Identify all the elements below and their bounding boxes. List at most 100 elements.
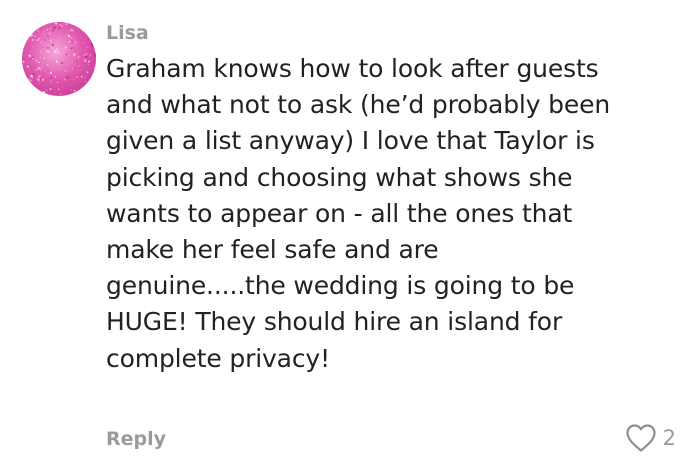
glitter-speck xyxy=(32,58,34,60)
glitter-speck xyxy=(76,60,78,62)
glitter-speck xyxy=(33,24,37,27)
glitter-speck xyxy=(57,51,60,54)
glitter-speck xyxy=(52,44,54,46)
glitter-speck xyxy=(39,57,41,59)
glitter-speck xyxy=(88,29,91,32)
glitter-speck xyxy=(88,80,90,82)
glitter-speck xyxy=(92,79,95,83)
glitter-speck xyxy=(54,22,56,24)
glitter-speck xyxy=(38,61,40,64)
glitter-speck xyxy=(23,58,25,60)
glitter-speck xyxy=(85,82,88,84)
glitter-speck xyxy=(87,46,89,49)
glitter-speck xyxy=(23,23,27,26)
glitter-speck xyxy=(34,71,36,73)
glitter-speck xyxy=(31,76,34,79)
glitter-speck xyxy=(70,89,72,91)
comment-line: wants to appear on - all the ones that xyxy=(106,198,573,228)
glitter-speck xyxy=(52,29,54,32)
glitter-speck xyxy=(31,39,34,41)
glitter-speck xyxy=(23,22,26,26)
glitter-speck xyxy=(57,81,59,83)
glitter-speck xyxy=(71,61,73,63)
glitter-speck xyxy=(71,90,73,92)
glitter-speck xyxy=(91,27,93,30)
glitter-speck xyxy=(46,73,48,74)
glitter-speck xyxy=(34,83,37,85)
glitter-speck xyxy=(30,29,34,32)
glitter-speck xyxy=(49,80,52,82)
glitter-speck xyxy=(69,28,73,32)
glitter-speck xyxy=(83,54,85,57)
glitter-speck xyxy=(90,32,93,34)
glitter-speck xyxy=(62,23,64,25)
glitter-speck xyxy=(47,38,49,40)
glitter-speck xyxy=(60,38,62,39)
glitter-speck xyxy=(47,32,51,36)
comment-line: and what not to ask (he’d probably been xyxy=(106,90,611,120)
glitter-speck xyxy=(91,43,94,46)
glitter-speck xyxy=(93,75,96,79)
glitter-speck xyxy=(46,64,49,66)
glitter-speck xyxy=(81,62,83,65)
reply-button[interactable]: Reply xyxy=(106,426,166,452)
glitter-speck xyxy=(74,53,76,55)
glitter-speck xyxy=(36,77,39,80)
glitter-speck xyxy=(70,36,73,39)
glitter-speck xyxy=(83,86,87,89)
glitter-speck xyxy=(47,35,49,38)
comment-author[interactable]: Lisa xyxy=(106,20,149,46)
glitter-speck xyxy=(57,88,60,91)
glitter-speck xyxy=(27,52,29,54)
glitter-speck xyxy=(60,52,62,54)
glitter-speck xyxy=(29,57,32,60)
glitter-speck xyxy=(79,52,82,55)
glitter-speck xyxy=(92,28,95,31)
glitter-speck xyxy=(64,77,67,80)
glitter-speck xyxy=(39,81,41,83)
glitter-speck xyxy=(48,67,50,68)
glitter-speck xyxy=(81,29,84,31)
glitter-speck xyxy=(47,69,50,72)
glitter-speck xyxy=(22,30,24,33)
glitter-speck xyxy=(44,39,46,41)
glitter-speck xyxy=(83,34,85,36)
glitter-speck xyxy=(91,80,93,83)
glitter-speck xyxy=(25,76,28,78)
glitter-speck xyxy=(26,37,28,39)
glitter-speck xyxy=(36,60,38,62)
glitter-speck xyxy=(27,31,30,34)
glitter-speck xyxy=(57,23,60,26)
glitter-speck xyxy=(79,89,80,91)
glitter-speck xyxy=(42,91,45,94)
glitter-speck xyxy=(24,77,27,80)
glitter-speck xyxy=(86,34,88,35)
glitter-speck xyxy=(46,50,49,53)
glitter-speck xyxy=(71,67,74,70)
glitter-speck xyxy=(56,48,58,50)
like-button[interactable]: 2 xyxy=(625,423,676,453)
glitter-speck xyxy=(30,22,33,25)
glitter-speck xyxy=(88,60,91,63)
glitter-speck xyxy=(60,64,62,66)
glitter-speck xyxy=(43,30,45,32)
glitter-speck xyxy=(42,66,45,69)
glitter-speck xyxy=(84,60,87,62)
glitter-speck xyxy=(73,22,75,24)
glitter-speck xyxy=(61,87,64,89)
glitter-speck xyxy=(54,92,56,94)
glitter-speck xyxy=(85,53,87,55)
avatar[interactable] xyxy=(22,22,96,96)
glitter-speck xyxy=(57,25,60,27)
glitter-speck xyxy=(35,69,37,71)
glitter-speck xyxy=(84,42,85,44)
glitter-speck xyxy=(76,31,78,33)
comment-line: HUGE! They should hire an island for xyxy=(106,307,563,337)
glitter-speck xyxy=(85,81,87,83)
glitter-speck xyxy=(69,91,71,92)
glitter-speck xyxy=(39,69,41,71)
glitter-speck xyxy=(57,55,59,57)
comment-body: Graham knows how to look after guests an… xyxy=(106,51,686,377)
glitter-speck xyxy=(27,43,30,46)
glitter-speck xyxy=(74,67,76,70)
